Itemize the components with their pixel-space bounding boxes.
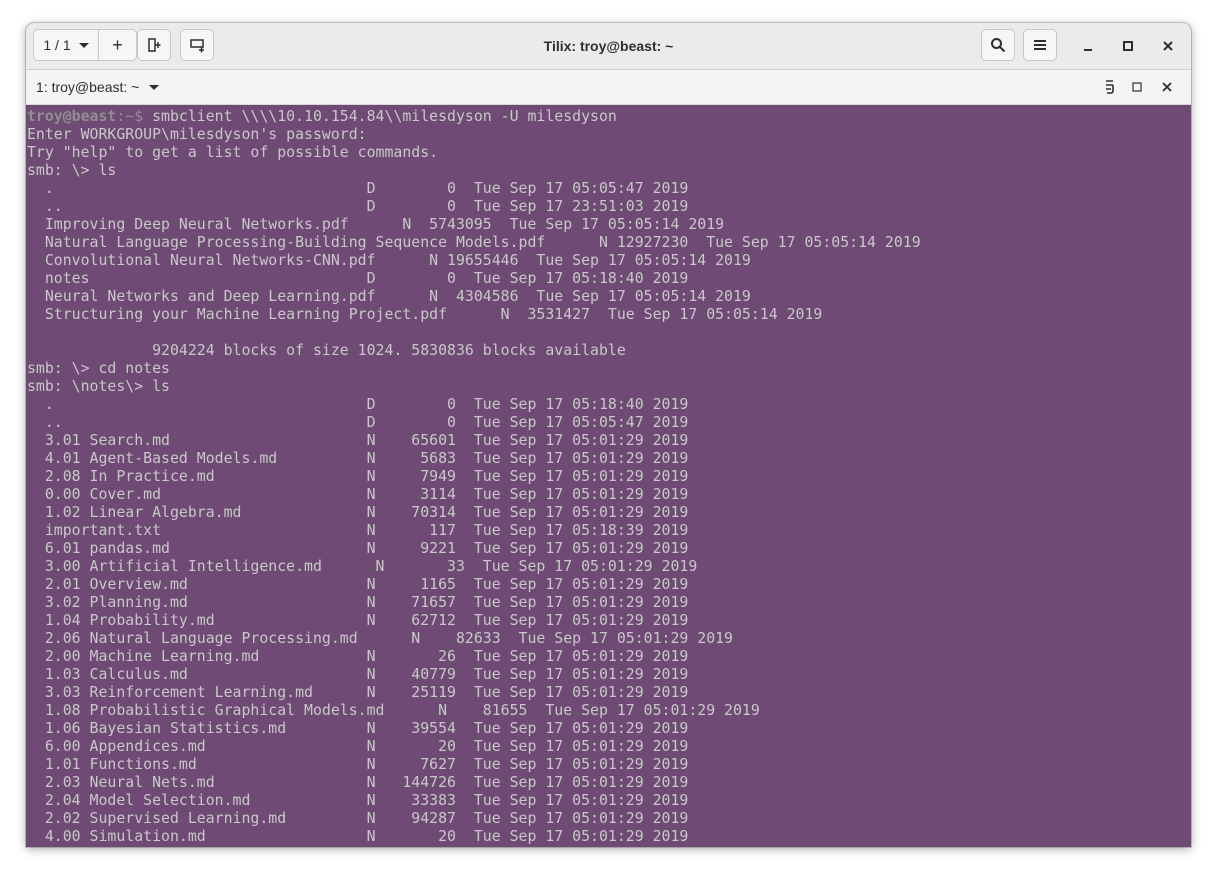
terminal-line: . D 0 Tue Sep 17 05:18:40 2019 [27,395,689,413]
maximize-terminal-button[interactable] [1126,75,1148,99]
terminal-line: Neural Networks and Deep Learning.pdf N … [27,287,751,305]
search-icon [991,38,1006,53]
split-right-button[interactable] [137,29,171,61]
terminal-title-bar: 1: troy@beast: ~ [26,70,1191,105]
session-switcher[interactable]: 1 / 1 + [33,29,137,61]
split-down-icon [190,39,204,53]
terminal-output[interactable]: troy@beast:~$ smbclient \\\\10.10.154.84… [26,105,1191,847]
terminal-line: Enter WORKGROUP\milesdyson's password: [27,125,367,143]
terminal-line: 2.01 Overview.md N 1165 Tue Sep 17 05:01… [27,575,689,593]
search-button[interactable] [981,29,1015,61]
terminal-line: smb: \notes\> ls [27,377,170,395]
terminal-line: 1.06 Bayesian Statistics.md N 39554 Tue … [27,719,689,737]
session-dropdown-icon [78,42,89,48]
terminal-line: smb: \> ls [27,161,117,179]
header-bar: 1 / 1 + Tilix: troy@beast: ~ [26,23,1191,70]
close-terminal-button[interactable] [1156,75,1178,99]
read-only-icon [1106,80,1114,94]
terminal-line: 3.01 Search.md N 65601 Tue Sep 17 05:01:… [27,431,689,449]
split-down-button[interactable] [180,29,214,61]
terminal-line: Try "help" to get a list of possible com… [27,143,439,161]
close-terminal-icon [1162,82,1172,92]
add-terminal-icon: + [112,34,123,55]
terminal-line: Convolutional Neural Networks-CNN.pdf N … [27,251,751,269]
close-icon [1163,41,1173,51]
terminal-line: . D 0 Tue Sep 17 05:05:47 2019 [27,179,689,197]
maximize-terminal-icon [1132,82,1142,92]
tilix-window: 1 / 1 + Tilix: troy@beast: ~ 1: troy@bea… [26,23,1191,847]
close-button[interactable] [1153,31,1183,61]
terminal-line: 2.08 In Practice.md N 7949 Tue Sep 17 05… [27,467,689,485]
tab-dropdown-icon [149,84,160,90]
terminal-line: notes D 0 Tue Sep 17 05:18:40 2019 [27,269,689,287]
terminal-line: 4.00 Simulation.md N 20 Tue Sep 17 05:01… [27,827,689,845]
menu-button[interactable] [1023,29,1057,61]
read-only-toggle[interactable] [1099,75,1121,99]
terminal-title: 1: troy@beast: ~ [36,79,140,95]
terminal-line: 2.02 Supervised Learning.md N 94287 Tue … [27,809,689,827]
session-label: 1 / 1 [43,37,71,53]
terminal-line: 6.01 pandas.md N 9221 Tue Sep 17 05:01:2… [27,539,689,557]
minimize-button[interactable] [1073,31,1103,61]
terminal-line: 3.03 Reinforcement Learning.md N 25119 T… [27,683,689,701]
terminal-line: 1.03 Calculus.md N 40779 Tue Sep 17 05:0… [27,665,689,683]
terminal-line: Improving Deep Neural Networks.pdf N 574… [27,215,725,233]
terminal-line: .. D 0 Tue Sep 17 05:05:47 2019 [27,413,689,431]
terminal-title-dropdown[interactable]: 1: troy@beast: ~ [36,70,160,104]
maximize-icon [1123,41,1133,51]
terminal-line: 2.03 Neural Nets.md N 144726 Tue Sep 17 … [27,773,689,791]
session-dropdown-button[interactable]: 1 / 1 [34,30,99,60]
minimize-icon [1084,49,1092,51]
terminal-line: smb: \> cd notes [27,359,170,377]
terminal-line: 0.00 Cover.md N 3114 Tue Sep 17 05:01:29… [27,485,689,503]
terminal-line: 1.01 Functions.md N 7627 Tue Sep 17 05:0… [27,755,689,773]
hamburger-menu-icon [1034,40,1046,50]
terminal-lines: Enter WORKGROUP\milesdyson's password: T… [27,125,921,845]
terminal-line: 6.00 Appendices.md N 20 Tue Sep 17 05:01… [27,737,689,755]
prompt-path: :~$ [116,107,144,125]
terminal-line: 4.01 Agent-Based Models.md N 5683 Tue Se… [27,449,689,467]
terminal-line: 1.04 Probability.md N 62712 Tue Sep 17 0… [27,611,689,629]
prompt-user: troy@beast [27,107,117,125]
terminal-line: Structuring your Machine Learning Projec… [27,305,823,323]
terminal-line: Natural Language Processing-Building Seq… [27,233,921,251]
terminal-line: important.txt N 117 Tue Sep 17 05:18:39 … [27,521,689,539]
terminal-line: 3.02 Planning.md N 71657 Tue Sep 17 05:0… [27,593,689,611]
terminal-line: 2.00 Machine Learning.md N 26 Tue Sep 17… [27,647,689,665]
terminal-line: 1.08 Probabilistic Graphical Models.md N… [27,701,760,719]
terminal-line: 1.02 Linear Algebra.md N 70314 Tue Sep 1… [27,503,689,521]
split-right-icon [148,38,161,52]
maximize-button[interactable] [1113,31,1143,61]
terminal-line: 2.04 Model Selection.md N 33383 Tue Sep … [27,791,689,809]
add-session-button[interactable]: + [99,30,136,60]
terminal-line: 2.06 Natural Language Processing.md N 82… [27,629,733,647]
terminal-line: .. D 0 Tue Sep 17 23:51:03 2019 [27,197,689,215]
terminal-line: 3.00 Artificial Intelligence.md N 33 Tue… [27,557,698,575]
terminal-line: 9204224 blocks of size 1024. 5830836 blo… [27,341,626,359]
command-text: smbclient \\\\10.10.154.84\\milesdyson -… [143,107,617,125]
